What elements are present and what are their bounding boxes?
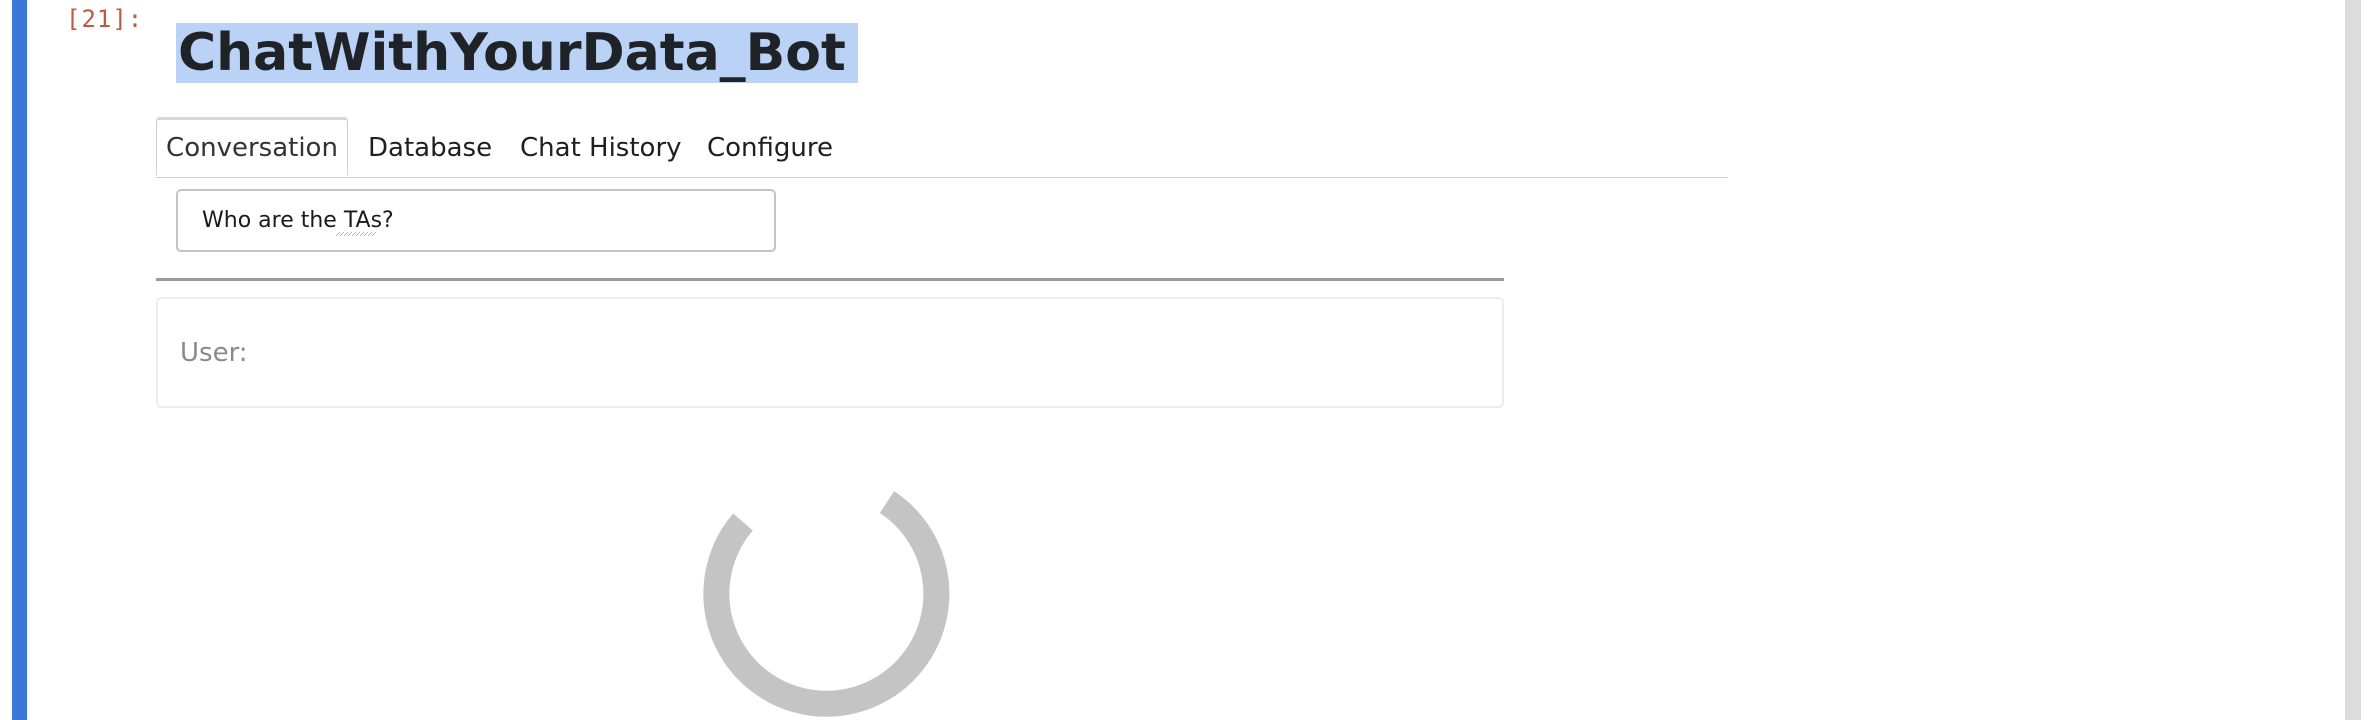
loading-spinner-icon xyxy=(703,491,950,717)
tab-bar: Conversation Database Chat History Confi… xyxy=(156,117,1728,178)
tab-configure[interactable]: Configure xyxy=(707,119,833,177)
scrollbar[interactable] xyxy=(2345,0,2361,720)
tab-conversation[interactable]: Conversation xyxy=(156,117,348,176)
cell-execution-prompt: [21]: xyxy=(66,5,144,33)
query-input[interactable] xyxy=(176,189,776,252)
tab-chat-history[interactable]: Chat History xyxy=(520,119,682,177)
app-title: ChatWithYourData_Bot xyxy=(176,23,858,83)
tab-database[interactable]: Database xyxy=(368,119,492,177)
user-label: User: xyxy=(180,338,248,368)
cell-selection-bar[interactable] xyxy=(12,0,27,720)
spellcheck-underline xyxy=(336,232,376,236)
notebook-page: [21]: ChatWithYourData_Bot Conversation … xyxy=(0,0,2372,720)
divider xyxy=(156,278,1504,281)
conversation-panel: User: xyxy=(156,297,1504,408)
